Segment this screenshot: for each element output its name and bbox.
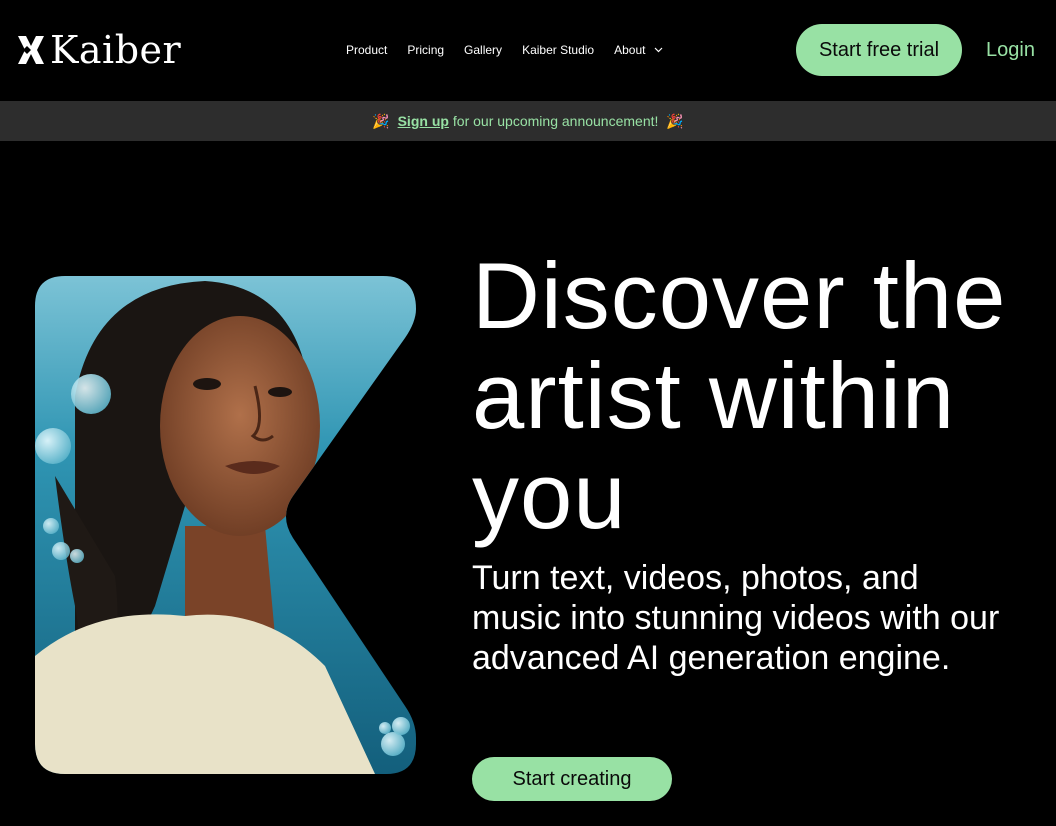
party-popper-icon: 🎉	[372, 112, 390, 129]
nav-pricing[interactable]: Pricing	[407, 43, 444, 57]
brand-name: Kaiber	[50, 28, 182, 72]
nav-gallery[interactable]: Gallery	[464, 43, 502, 57]
hero-subheadline: Turn text, videos, photos, and music int…	[472, 559, 1000, 677]
login-link[interactable]: Login	[986, 36, 1035, 64]
party-popper-icon: 🎉	[666, 112, 684, 129]
chevron-down-icon	[655, 47, 663, 53]
main-nav: Product Pricing Gallery Kaiber Studio Ab…	[346, 41, 663, 59]
kaiber-logo[interactable]: Kaiber	[16, 30, 181, 70]
announcement-bar: 🎉 Sign up for our upcoming announcement!…	[0, 101, 1056, 141]
nav-product[interactable]: Product	[346, 43, 387, 57]
nav-kaiber-studio[interactable]: Kaiber Studio	[522, 43, 594, 57]
hero-portrait-image	[35, 276, 416, 774]
start-creating-button[interactable]: Start creating	[472, 757, 672, 801]
hero-headline: Discover the artist within you	[472, 243, 1007, 548]
nav-about-label: About	[614, 43, 646, 57]
sign-up-link[interactable]: Sign up	[398, 113, 449, 129]
start-free-trial-button[interactable]: Start free trial	[796, 24, 962, 76]
site-header: Kaiber Product Pricing Gallery Kaiber St…	[0, 0, 1056, 101]
announcement-text: for our upcoming announcement!	[452, 113, 659, 129]
nav-about[interactable]: About	[614, 43, 663, 57]
kaiber-logo-icon	[18, 36, 44, 64]
